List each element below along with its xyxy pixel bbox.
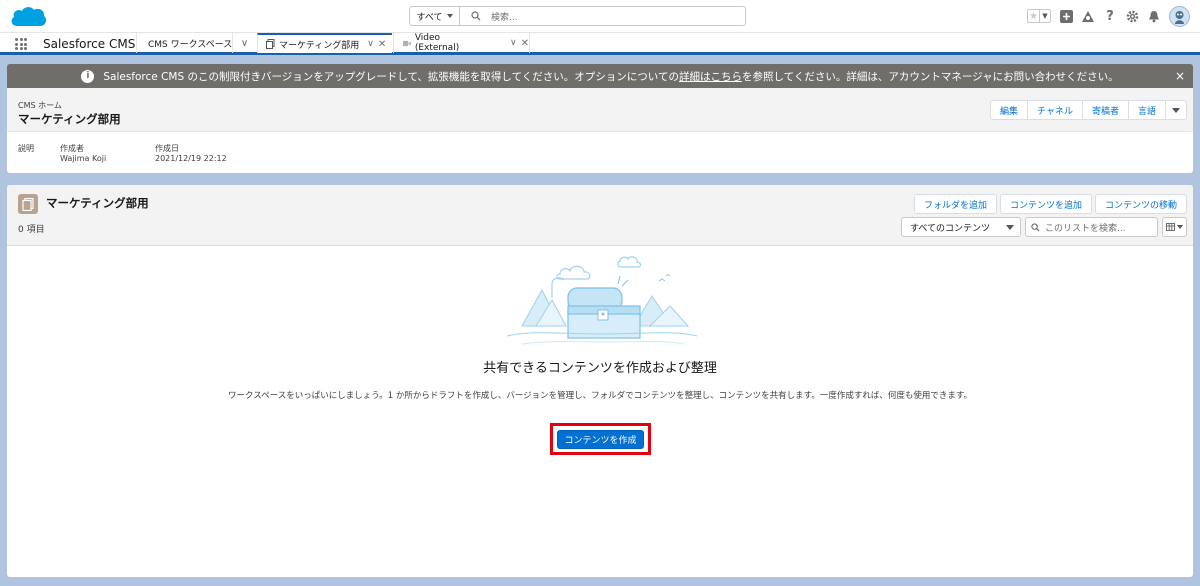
move-content-button[interactable]: コンテンツの移動 xyxy=(1094,194,1187,214)
chevron-down-icon[interactable]: ▼ xyxy=(1039,10,1050,22)
search-scope-dropdown[interactable]: すべて xyxy=(410,7,460,25)
star-icon[interactable]: ★ xyxy=(1028,10,1039,22)
chevron-down-icon xyxy=(1172,107,1180,113)
close-icon[interactable]: ✕ xyxy=(378,39,386,50)
global-actions-icon[interactable] xyxy=(1059,9,1073,23)
content-filter-select[interactable]: すべてのコンテンツ xyxy=(901,217,1021,237)
tab-video-external[interactable]: Video (External) ∨ ✕ xyxy=(393,33,530,53)
chevron-down-icon[interactable]: ∨ xyxy=(232,33,256,53)
column-display-button[interactable] xyxy=(1162,217,1187,237)
document-icon xyxy=(266,39,275,49)
search-icon xyxy=(1031,222,1040,232)
search-icon xyxy=(471,11,481,21)
contributors-button[interactable]: 寄稿者 xyxy=(1081,100,1129,120)
chevron-down-icon xyxy=(1006,224,1014,230)
empty-state-illustration xyxy=(506,256,698,345)
upgrade-banner: i Salesforce CMS のこの制限付きバージョンをアップグレードして、… xyxy=(7,64,1193,88)
banner-text-before: Salesforce CMS のこの制限付きバージョンをアップグレードして、拡張… xyxy=(103,70,679,83)
favorites-control[interactable]: ★ ▼ xyxy=(1027,9,1051,23)
search-input[interactable]: 検索... xyxy=(460,7,745,25)
creator-label: 作成者 xyxy=(60,144,84,153)
salesforce-logo[interactable] xyxy=(9,4,47,30)
created-date-label: 作成日 xyxy=(155,144,179,153)
breadcrumb[interactable]: CMS ホーム xyxy=(18,100,62,111)
highlight-box: コンテンツを作成 xyxy=(550,423,651,455)
creator-value: Wajima Koji xyxy=(60,154,107,163)
close-icon[interactable]: × xyxy=(1175,69,1185,83)
list-title: マーケティング部用 xyxy=(46,196,149,210)
create-content-button[interactable]: コンテンツを作成 xyxy=(557,429,644,449)
app-name: Salesforce CMS xyxy=(43,37,136,51)
tab-cms-workspace[interactable]: CMS ワークスペース ∨ xyxy=(136,33,256,53)
more-actions-button[interactable] xyxy=(1165,100,1187,120)
list-search-placeholder: このリストを検索... xyxy=(1045,223,1126,234)
table-icon xyxy=(1166,223,1175,231)
trailhead-icon[interactable] xyxy=(1081,9,1095,23)
gear-icon[interactable] xyxy=(1125,9,1139,23)
banner-link[interactable]: 詳細はこちら xyxy=(679,69,742,84)
description-label: 説明 xyxy=(18,144,34,153)
edit-button[interactable]: 編集 xyxy=(990,100,1029,120)
avatar[interactable] xyxy=(1169,5,1190,27)
record-actions: 編集 チャネル 寄稿者 言語 xyxy=(990,100,1187,120)
app-launcher-icon[interactable] xyxy=(15,38,27,50)
chevron-down-icon[interactable]: ∨ xyxy=(367,39,374,49)
page-title: マーケティング部用 xyxy=(18,112,121,126)
library-icon xyxy=(18,194,38,214)
chevron-down-icon xyxy=(1177,225,1183,229)
close-icon[interactable]: ✕ xyxy=(521,38,529,49)
global-header: すべて 検索... ★ ▼ ? xyxy=(0,0,1200,32)
tab-label: CMS ワークスペース xyxy=(148,39,233,50)
search-placeholder: 検索... xyxy=(491,12,518,23)
item-count: 0 項目 xyxy=(18,225,45,235)
languages-button[interactable]: 言語 xyxy=(1127,100,1166,120)
global-search[interactable]: すべて 検索... xyxy=(409,6,746,26)
video-icon xyxy=(403,40,411,46)
add-folder-button[interactable]: フォルダを追加 xyxy=(913,194,997,214)
chevron-down-icon xyxy=(446,14,453,18)
bell-icon[interactable] xyxy=(1147,9,1161,23)
help-icon[interactable]: ? xyxy=(1103,9,1117,24)
empty-state-title: 共有できるコンテンツを作成および整理 xyxy=(483,361,717,376)
created-date-value: 2021/12/19 22:12 xyxy=(155,154,227,163)
workspace-header-card: CMS ホーム マーケティング部用 編集 チャネル 寄稿者 言語 説明 作成者 … xyxy=(7,88,1193,173)
search-scope-label: すべて xyxy=(416,12,443,23)
tab-label: マーケティング部用 xyxy=(279,40,360,51)
filter-value: すべてのコンテンツ xyxy=(910,223,991,234)
chevron-down-icon[interactable]: ∨ xyxy=(510,38,517,48)
add-content-button[interactable]: コンテンツを追加 xyxy=(999,194,1092,214)
tab-label: Video (External) xyxy=(414,33,460,53)
empty-state-description: ワークスペースをいっぱいにしましょう。1 か所からドラフトを作成し、バージョンを… xyxy=(228,391,972,401)
info-icon: i xyxy=(81,69,95,83)
channels-button[interactable]: チャネル xyxy=(1027,100,1083,120)
app-navigation: Salesforce CMS CMS ワークスペース ∨ マーケティング部用 ∨… xyxy=(0,32,1200,55)
list-search-input[interactable]: このリストを検索... xyxy=(1025,217,1158,237)
content-list-card: マーケティング部用 0 項目 フォルダを追加 コンテンツを追加 コンテンツの移動… xyxy=(7,185,1193,577)
banner-text-after: を参照してください。詳細は、アカウントマネージャにお問い合わせください。 xyxy=(741,70,1119,83)
tab-marketing[interactable]: マーケティング部用 ∨ ✕ xyxy=(257,33,392,53)
